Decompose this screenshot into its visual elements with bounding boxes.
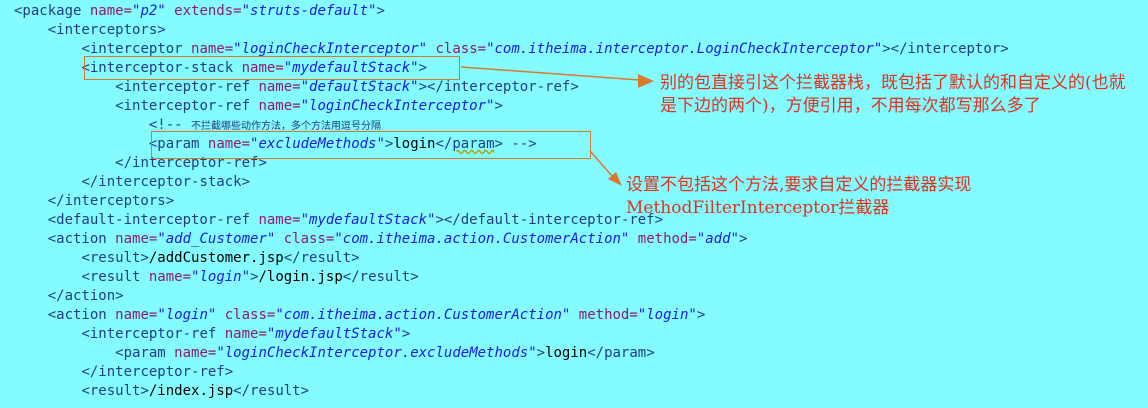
arrow-to-note1: [460, 66, 641, 81]
annotation-note-exclude-methods: 设置不包括这个方法,要求自定义的拦截器实现MethodFilterInterce…: [626, 175, 972, 218]
annotation-note-interceptor-stack: 别的包直接引这个拦截器栈，既包括了默认的和自定义的(也就是下边的两个)，方便引用…: [660, 73, 1126, 116]
arrow-to-note2: [589, 150, 614, 178]
arrow-head-icon: [638, 74, 654, 88]
